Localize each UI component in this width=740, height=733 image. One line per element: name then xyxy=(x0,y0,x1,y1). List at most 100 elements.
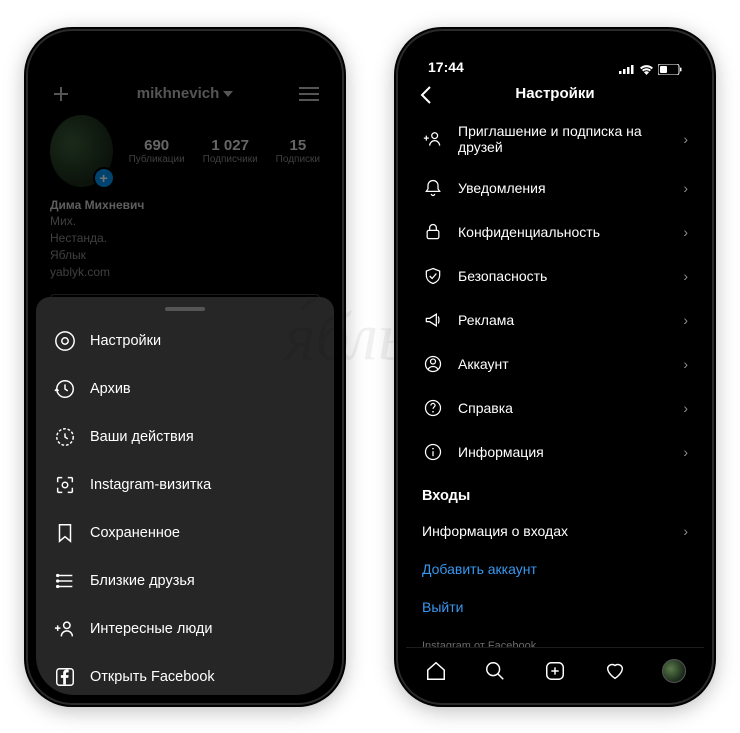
tab-new-post[interactable] xyxy=(543,659,567,683)
help-icon xyxy=(422,397,444,419)
menu-nametag[interactable]: Instagram-визитка xyxy=(36,461,334,509)
settings-label: Уведомления xyxy=(458,180,669,196)
menu-activity[interactable]: Ваши действия xyxy=(36,413,334,461)
menu-archive[interactable]: Архив xyxy=(36,365,334,413)
settings-list: Приглашение и подписка на друзей › Уведо… xyxy=(406,112,704,666)
chevron-down-icon xyxy=(223,91,233,97)
avatar[interactable]: + xyxy=(50,115,113,187)
settings-notifications[interactable]: Уведомления › xyxy=(406,166,704,210)
menu-close-friends[interactable]: Близкие друзья xyxy=(36,557,334,605)
chevron-right-icon: › xyxy=(683,356,688,372)
tab-profile[interactable] xyxy=(662,659,686,683)
status-time: 17:44 xyxy=(428,59,464,75)
menu-facebook[interactable]: Открыть Facebook xyxy=(36,653,334,695)
stat-following-label: Подписки xyxy=(276,154,320,165)
bell-icon xyxy=(422,177,444,199)
stat-followers-num: 1 027 xyxy=(203,137,258,154)
info-icon xyxy=(422,441,444,463)
bio-line: Нестанда. xyxy=(50,230,320,247)
chevron-right-icon: › xyxy=(683,312,688,328)
username-dropdown[interactable]: mikhnevich xyxy=(137,85,234,102)
shield-icon xyxy=(422,265,444,287)
menu-label: Instagram-визитка xyxy=(90,477,211,493)
stat-followers-label: Подписчики xyxy=(203,154,258,165)
tab-activity[interactable] xyxy=(603,659,627,683)
menu-discover-people[interactable]: Интересные люди xyxy=(36,605,334,653)
menu-saved[interactable]: Сохраненное xyxy=(36,509,334,557)
settings-label: Аккаунт xyxy=(458,356,669,372)
plus-square-icon xyxy=(544,660,566,682)
menu-label: Открыть Facebook xyxy=(90,669,215,685)
status-icons xyxy=(619,64,682,75)
bio-line: Мих. xyxy=(50,213,320,230)
chevron-right-icon: › xyxy=(683,268,688,284)
menu-label: Интересные люди xyxy=(90,621,212,637)
close-friends-icon xyxy=(54,570,76,592)
menu-sheet: Настройки Архив Ваши действия Instagram-… xyxy=(36,297,334,695)
heart-icon xyxy=(604,660,626,682)
menu-label: Настройки xyxy=(90,333,161,349)
page-title: Настройки xyxy=(515,85,594,102)
chevron-right-icon: › xyxy=(683,523,688,539)
battery-icon xyxy=(658,64,682,75)
add-account-link[interactable]: Добавить аккаунт xyxy=(406,550,704,588)
stat-following-num: 15 xyxy=(276,137,320,154)
stat-posts-num: 690 xyxy=(129,137,185,154)
facebook-icon xyxy=(54,666,76,688)
settings-privacy[interactable]: Конфиденциальность › xyxy=(406,210,704,254)
chevron-right-icon: › xyxy=(683,131,688,147)
bio-line: Яблык xyxy=(50,247,320,264)
activity-icon xyxy=(54,426,76,448)
bio-link[interactable]: yablyk.com xyxy=(50,264,320,281)
menu-label: Архив xyxy=(90,381,131,397)
tab-home[interactable] xyxy=(424,659,448,683)
home-icon xyxy=(425,660,447,682)
stat-posts[interactable]: 690 Публикации xyxy=(129,137,185,165)
settings-label: Конфиденциальность xyxy=(458,224,669,240)
tab-bar xyxy=(406,647,704,695)
settings-label: Реклама xyxy=(458,312,669,328)
settings-account[interactable]: Аккаунт › xyxy=(406,342,704,386)
tab-search[interactable] xyxy=(483,659,507,683)
menu-label: Ваши действия xyxy=(90,429,194,445)
notch xyxy=(480,39,630,65)
bio-name: Дима Михневич xyxy=(50,197,320,214)
bio: Дима Михневич Мих. Нестанда. Яблык yably… xyxy=(36,197,334,291)
settings-label: Справка xyxy=(458,400,669,416)
username-label: mikhnevich xyxy=(137,85,220,102)
logins-section-title: Входы xyxy=(406,474,704,512)
settings-help[interactable]: Справка › xyxy=(406,386,704,430)
invite-icon xyxy=(422,128,444,150)
chevron-right-icon: › xyxy=(683,444,688,460)
wifi-icon xyxy=(639,64,654,75)
search-icon xyxy=(484,660,506,682)
menu-settings[interactable]: Настройки xyxy=(36,317,334,365)
menu-icon[interactable] xyxy=(298,83,320,105)
settings-invite[interactable]: Приглашение и подписка на друзей › xyxy=(406,112,704,166)
settings-ads[interactable]: Реклама › xyxy=(406,298,704,342)
signal-icon xyxy=(619,64,635,74)
new-post-icon[interactable] xyxy=(50,83,72,105)
login-info[interactable]: Информация о входах › xyxy=(406,512,704,550)
settings-label: Безопасность xyxy=(458,268,669,284)
notch xyxy=(110,39,260,65)
add-story-icon[interactable]: + xyxy=(93,167,115,189)
chevron-right-icon: › xyxy=(683,224,688,240)
settings-label: Информация xyxy=(458,444,669,460)
phone-left: 17:44 mikhnevich xyxy=(24,27,346,707)
logout-link[interactable]: Выйти xyxy=(406,588,704,626)
profile-stats: 690 Публикации 1 027 Подписчики 15 Подпи… xyxy=(129,137,320,165)
settings-about[interactable]: Информация › xyxy=(406,430,704,474)
chevron-right-icon: › xyxy=(683,180,688,196)
chevron-right-icon: › xyxy=(683,400,688,416)
ads-icon xyxy=(422,309,444,331)
settings-security[interactable]: Безопасность › xyxy=(406,254,704,298)
stat-followers[interactable]: 1 027 Подписчики xyxy=(203,137,258,165)
stat-following[interactable]: 15 Подписки xyxy=(276,137,320,165)
back-button[interactable] xyxy=(420,85,432,105)
account-icon xyxy=(422,353,444,375)
menu-label: Близкие друзья xyxy=(90,573,195,589)
sheet-handle[interactable] xyxy=(165,307,205,311)
menu-label: Сохраненное xyxy=(90,525,180,541)
gear-icon xyxy=(54,330,76,352)
